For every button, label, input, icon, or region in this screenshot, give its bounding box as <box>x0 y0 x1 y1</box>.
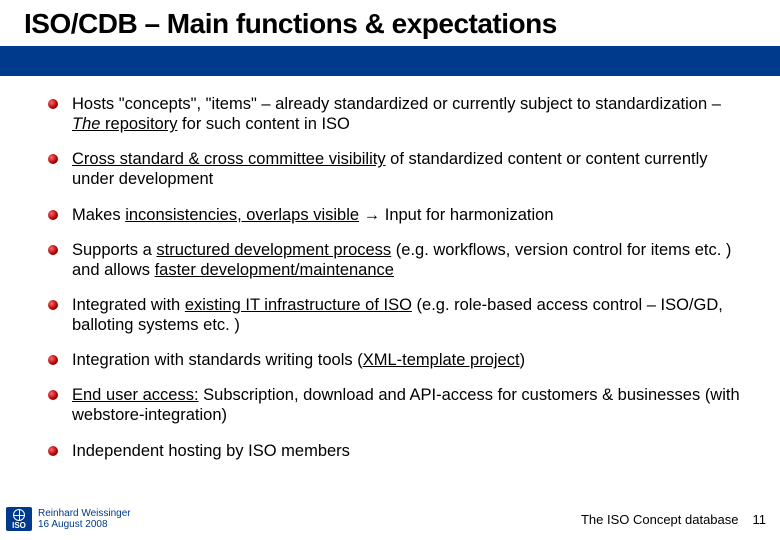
bullet-emphasis: The <box>72 115 100 133</box>
bullet-emphasis: Cross standard & cross committee visibil… <box>72 150 386 168</box>
list-item: Integrated with existing IT infrastructu… <box>48 295 752 335</box>
globe-icon <box>13 509 25 521</box>
bullet-emphasis: End user access: <box>72 386 199 404</box>
bullet-text: ) <box>520 351 526 369</box>
bullet-text: Independent hosting by ISO members <box>72 442 350 460</box>
bullet-list: Hosts "concepts", "items" – already stan… <box>48 94 752 461</box>
bullet-emphasis: structured development process <box>156 241 391 259</box>
footer: ISO Reinhard Weissinger 16 August 2008 T… <box>0 504 780 540</box>
page-number: 11 <box>753 512 767 527</box>
list-item: Makes inconsistencies, overlaps visible … <box>48 205 752 225</box>
footer-doc-title: The ISO Concept database <box>581 512 739 527</box>
bullet-emphasis: faster development/maintenance <box>155 261 394 279</box>
bullet-text: Integration with standards writing tools… <box>72 351 363 369</box>
content-area: Hosts "concepts", "items" – already stan… <box>0 76 780 504</box>
bullet-emphasis: inconsistencies, overlaps visible <box>125 206 359 224</box>
header: ISO/CDB – Main functions & expectations <box>0 0 780 76</box>
presentation-date: 16 August 2008 <box>38 519 131 531</box>
bullet-emphasis: repository <box>100 115 177 133</box>
author-name: Reinhard Weissinger <box>38 508 131 520</box>
list-item: Supports a structured development proces… <box>48 240 752 280</box>
bullet-emphasis: existing IT infrastructure of ISO <box>185 296 412 314</box>
iso-logo-icon: ISO <box>6 507 32 531</box>
list-item: Independent hosting by ISO members <box>48 441 752 461</box>
slide: ISO/CDB – Main functions & expectations … <box>0 0 780 540</box>
title-bar <box>0 46 780 76</box>
logo-text: ISO <box>12 522 26 530</box>
title-row: ISO/CDB – Main functions & expectations <box>0 0 780 46</box>
bullet-text: Makes <box>72 206 125 224</box>
author-block: Reinhard Weissinger 16 August 2008 <box>38 508 131 531</box>
bullet-text: Integrated with <box>72 296 185 314</box>
bullet-text: for such content in ISO <box>177 115 349 133</box>
bullet-text: Supports a <box>72 241 156 259</box>
list-item: End user access: Subscription, download … <box>48 385 752 425</box>
bullet-text: → Input for harmonization <box>359 206 553 224</box>
slide-title: ISO/CDB – Main functions & expectations <box>24 8 768 40</box>
list-item: Integration with standards writing tools… <box>48 350 752 370</box>
bullet-text: Hosts "concepts", "items" – already stan… <box>72 95 721 113</box>
list-item: Cross standard & cross committee visibil… <box>48 149 752 189</box>
bullet-emphasis: XML-template project <box>363 351 520 369</box>
list-item: Hosts "concepts", "items" – already stan… <box>48 94 752 134</box>
